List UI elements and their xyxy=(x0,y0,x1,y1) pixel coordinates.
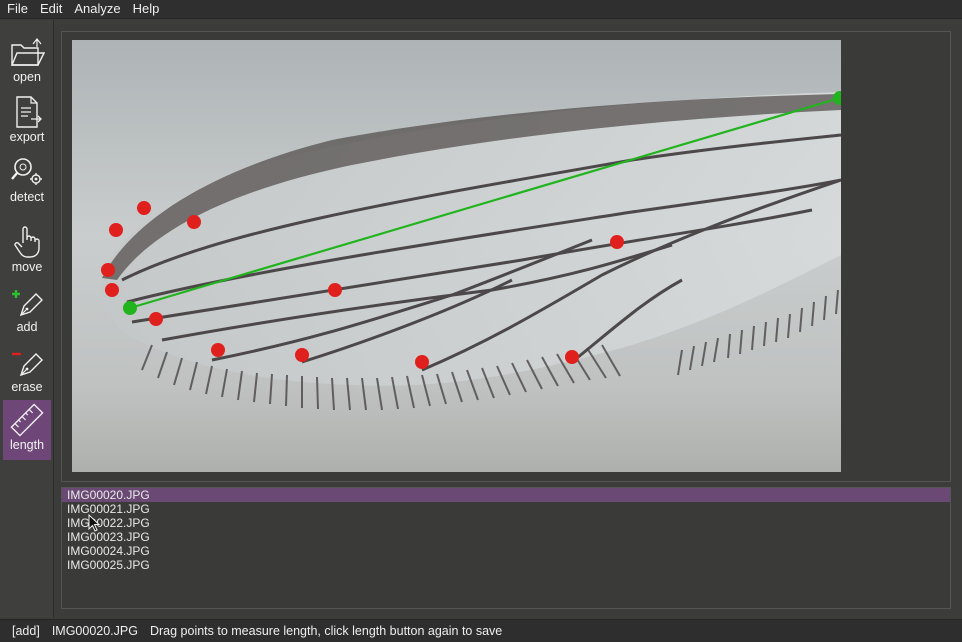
export-button[interactable]: export xyxy=(3,92,51,152)
detect-button[interactable]: detect xyxy=(3,152,51,212)
landmark-point[interactable] xyxy=(415,355,429,369)
file-list-item[interactable]: IMG00025.JPG xyxy=(62,558,950,572)
landmark-point[interactable] xyxy=(149,312,163,326)
toolbar: open export detect move add erase length xyxy=(0,20,54,618)
open-button[interactable]: open xyxy=(3,32,51,92)
ruler-icon xyxy=(10,403,44,437)
export-label: export xyxy=(9,130,45,144)
length-endpoint-start[interactable] xyxy=(123,301,137,315)
landmark-point[interactable] xyxy=(610,235,624,249)
file-list-item[interactable]: IMG00024.JPG xyxy=(62,544,950,558)
add-label: add xyxy=(16,320,38,334)
status-message: Drag points to measure length, click len… xyxy=(149,624,503,638)
document-export-icon xyxy=(16,96,42,128)
landmark-point[interactable] xyxy=(295,348,309,362)
file-list-item[interactable]: IMG00022.JPG xyxy=(62,516,950,530)
landmark-point[interactable] xyxy=(105,283,119,297)
add-button[interactable]: add xyxy=(3,282,51,342)
menu-bar: File Edit Analyze Help xyxy=(0,0,962,19)
length-button[interactable]: length xyxy=(3,400,51,460)
wing-image[interactable] xyxy=(72,40,841,472)
status-file: IMG00020.JPG xyxy=(51,624,138,638)
file-list-item[interactable]: IMG00023.JPG xyxy=(62,530,950,544)
landmark-point[interactable] xyxy=(109,223,123,237)
file-list: IMG00020.JPG IMG00021.JPG IMG00022.JPG I… xyxy=(61,487,951,609)
landmark-point[interactable] xyxy=(137,201,151,215)
landmark-point[interactable] xyxy=(187,215,201,229)
menu-analyze[interactable]: Analyze xyxy=(68,0,126,18)
menu-file[interactable]: File xyxy=(0,0,34,18)
move-button[interactable]: move xyxy=(3,222,51,282)
move-label: move xyxy=(11,260,43,274)
status-bar: [add] IMG00020.JPG Drag points to measur… xyxy=(0,619,962,642)
length-label: length xyxy=(9,438,45,452)
file-list-item[interactable]: IMG00021.JPG xyxy=(62,502,950,516)
erase-label: erase xyxy=(11,380,43,394)
open-label: open xyxy=(13,70,41,84)
magnifier-gear-icon xyxy=(11,158,42,185)
landmark-point[interactable] xyxy=(211,343,225,357)
landmark-point[interactable] xyxy=(328,283,342,297)
mouse-cursor-icon xyxy=(88,514,100,532)
landmark-point[interactable] xyxy=(565,350,579,364)
menu-edit[interactable]: Edit xyxy=(34,0,68,18)
wing-image-canvas[interactable] xyxy=(72,40,841,472)
pen-minus-icon xyxy=(12,352,43,377)
erase-button[interactable]: erase xyxy=(3,342,51,402)
detect-label: detect xyxy=(9,190,45,204)
file-list-item-selected[interactable]: IMG00020.JPG xyxy=(62,488,950,502)
landmark-point[interactable] xyxy=(101,263,115,277)
menu-help[interactable]: Help xyxy=(127,0,166,18)
folder-open-icon xyxy=(10,38,45,66)
pen-plus-icon xyxy=(12,290,43,317)
status-mode: [add] xyxy=(12,624,40,638)
hand-pointer-icon xyxy=(14,226,40,258)
